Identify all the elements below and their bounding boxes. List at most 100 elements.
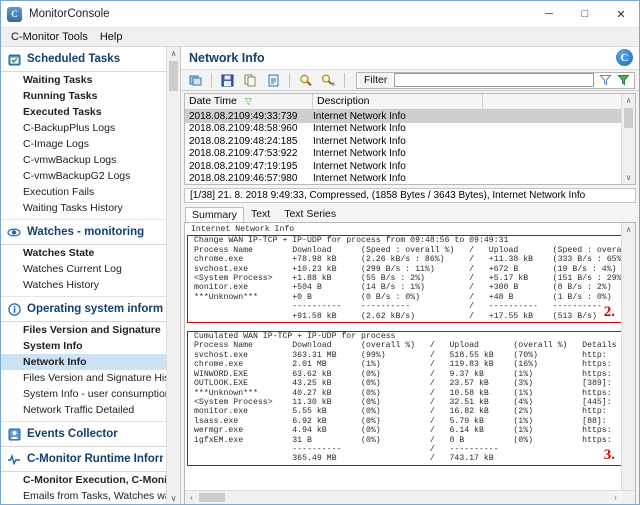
sidebar-item-waiting-tasks-history[interactable]: Waiting Tasks History [1,200,167,216]
sidebar-item-c-vmwbackupg2-logs[interactable]: C-vmwBackupG2 Logs [1,168,167,184]
cell-description: Internet Network Info [313,160,406,172]
pulse-icon [7,452,21,466]
table-row[interactable]: 2018.08.21 09:48:58:960 Internet Network I… [185,123,635,136]
detail-scroll-up[interactable]: ∧ [622,223,635,236]
cell-date: 2018.08.21 [189,135,240,147]
minimize-button[interactable]: ─ [531,1,567,27]
sidebar-section-header-4[interactable]: C-Monitor Runtime Information [1,447,167,472]
column-header-description[interactable]: Description [313,94,483,109]
detail-scroll-left[interactable]: ‹ [185,491,198,504]
detail-vertical-scrollbar[interactable]: ∧ ∨ [621,223,635,504]
sidebar-item-network-info[interactable]: Network Info [1,354,167,370]
calendar-icon [7,52,21,66]
cell-description: Internet Network Info [313,173,406,184]
detail-tabs: Summary Text Text Series [185,206,636,223]
apply-filter-icon[interactable] [596,72,614,89]
sidebar-scroll-down[interactable]: ∨ [167,492,180,504]
sidebar-section-title: Events Collector [27,428,118,440]
menu-help[interactable]: Help [94,29,129,45]
text-line: svchost.exe +10.23 kB (299 B/s : 11%) / … [194,264,617,274]
window-controls: ─ □ ✕ [531,1,639,27]
menu-c-monitor-tools[interactable]: C-Monitor Tools [5,29,94,45]
text-line: Process Name Download (overall %) / Uplo… [194,341,635,351]
detail-hscroll-thumb[interactable] [199,493,225,502]
sidebar-scroll-up[interactable]: ∧ [167,47,180,60]
column-header-date-time[interactable]: Date Time ▽ [185,94,313,109]
table-row[interactable]: 2018.08.21 09:47:19:195 Internet Network I… [185,160,635,173]
tab-text-series[interactable]: Text Series [277,206,343,222]
main-split: Scheduled Tasks Waiting Tasks Running Task… [1,47,639,504]
sidebar-scroll-thumb[interactable] [169,61,178,91]
sidebar-section-header-2[interactable]: Operating system information's [1,297,167,322]
text-line: OUTLOOK.EXE 43.25 kB (0%) / 23.57 kB (3%… [194,379,635,389]
sidebar-item-watches-current-log[interactable]: Watches Current Log [1,261,167,277]
sidebar-item-executed-tasks[interactable]: Executed Tasks [1,104,167,120]
sidebar-item-c-vmwbackup-logs[interactable]: C-vmwBackup Logs [1,152,167,168]
sidebar-scrollbar[interactable]: ∧ ∨ [166,47,180,504]
window-title: MonitorConsole [29,8,110,20]
text-line: igfxEM.exe 31 B (0%) / 0 B (0%) https: 3… [194,435,635,445]
sidebar-item-c-backupplus-logs[interactable]: C-BackupPlus Logs [1,120,167,136]
clear-filter-icon[interactable] [614,72,632,89]
sidebar-item-files-version-and-signature[interactable]: Files Version and Signature [1,322,167,338]
table-row[interactable]: 2018.08.21 09:46:57:980 Internet Network I… [185,173,635,184]
sidebar-section-title: Operating system information's [27,303,163,315]
cell-date: 2018.08.21 [189,173,240,184]
detail-horizontal-scrollbar[interactable]: ‹ › [185,490,635,504]
maximize-button[interactable]: □ [567,1,603,27]
filter-input[interactable] [394,73,594,87]
eye-icon [7,225,21,239]
record-status-line: [1/38] 21. 8. 2018 9:49:33, Compressed, … [184,188,636,203]
text-line: monitor.exe +504 B (14 B/s : 1%) / +300 … [194,283,612,293]
detail-scroll-right[interactable]: › [609,491,622,504]
close-button[interactable]: ✕ [603,1,639,27]
sidebar-section-header-1[interactable]: Watches - monitoring [1,220,167,245]
grid-scroll-thumb[interactable] [624,108,633,128]
grid-scroll-down[interactable]: ∨ [622,171,635,184]
sidebar-item-watches-state[interactable]: Watches State [1,245,167,261]
sidebar-item-running-tasks[interactable]: Running Tasks [1,88,167,104]
info-icon [7,302,21,316]
cell-date: 2018.08.21 [189,110,240,122]
grid-scrollbar[interactable]: ∧ ∨ [621,94,635,184]
app-logo-icon: C [7,6,22,22]
sidebar-item-emails-from-tasks-watches-waiting-for-sending[interactable]: Emails from Tasks, Watches waiting for s… [1,488,167,504]
sidebar-item-c-image-logs[interactable]: C-Image Logs [1,136,167,152]
table-row[interactable]: 2018.08.21 09:49:33:739 Internet Network I… [185,110,635,123]
table-row[interactable]: 2018.08.21 09:48:24:185 Internet Network I… [185,135,635,148]
sidebar-section-title: Watches - monitoring [27,226,145,238]
sidebar-item-system-info-user-consumption[interactable]: System Info - user consumption [1,386,167,402]
events-icon [7,427,21,441]
sidebar-item-network-traffic-detailed[interactable]: Network Traffic Detailed [1,402,167,418]
grid-header-row: Date Time ▽ Description [185,94,635,110]
text-line: monitor.exe 5.55 kB (0%) / 16.82 kB (2%)… [194,407,635,417]
tab-summary[interactable]: Summary [185,207,244,223]
export-button[interactable] [263,70,284,90]
find-next-button[interactable] [318,70,339,90]
toolbar-separator-2 [289,72,290,88]
cell-date: 2018.08.21 [189,123,240,135]
find-button[interactable] [295,70,316,90]
sidebar-item-waiting-tasks[interactable]: Waiting Tasks [1,72,167,88]
pane-header: Network Info C [181,47,639,69]
brand-logo-icon: C [616,49,633,66]
cell-description: Internet Network Info [313,123,406,135]
sidebar-section-header-0[interactable]: Scheduled Tasks [1,47,167,72]
tab-text[interactable]: Text [244,206,277,222]
sidebar-item-execution-fails[interactable]: Execution Fails [1,184,167,200]
records-grid: Date Time ▽ Description 2018.08.21 09:49:… [184,93,636,185]
save-button[interactable] [217,70,238,90]
refresh-button[interactable] [185,70,206,90]
title-bar: C MonitorConsole ─ □ ✕ [1,1,639,28]
table-row[interactable]: 2018.08.21 09:47:53:922 Internet Network I… [185,148,635,161]
sidebar-item-files-version-and-signature-history[interactable]: Files Version and Signature History [1,370,167,386]
sidebar-item-watches-history[interactable]: Watches History [1,277,167,293]
sidebar-section-header-3[interactable]: Events Collector [1,422,167,447]
grid-scroll-up[interactable]: ∧ [622,94,635,107]
toolbar-separator-3 [344,72,345,88]
sidebar-item-system-info[interactable]: System Info [1,338,167,354]
text-line: chrome.exe +78.98 kB (2.26 kB/s : 86%) /… [194,255,627,265]
sidebar-item-c-monitor-execution-c-monitor-log-history[interactable]: C-Monitor Execution, C-Monitor Log Histo… [1,472,167,488]
copy-button[interactable] [240,70,261,90]
cumulated-wan-block: Cumulated WAN IP-TCP + IP-UDP for proces… [187,331,635,466]
